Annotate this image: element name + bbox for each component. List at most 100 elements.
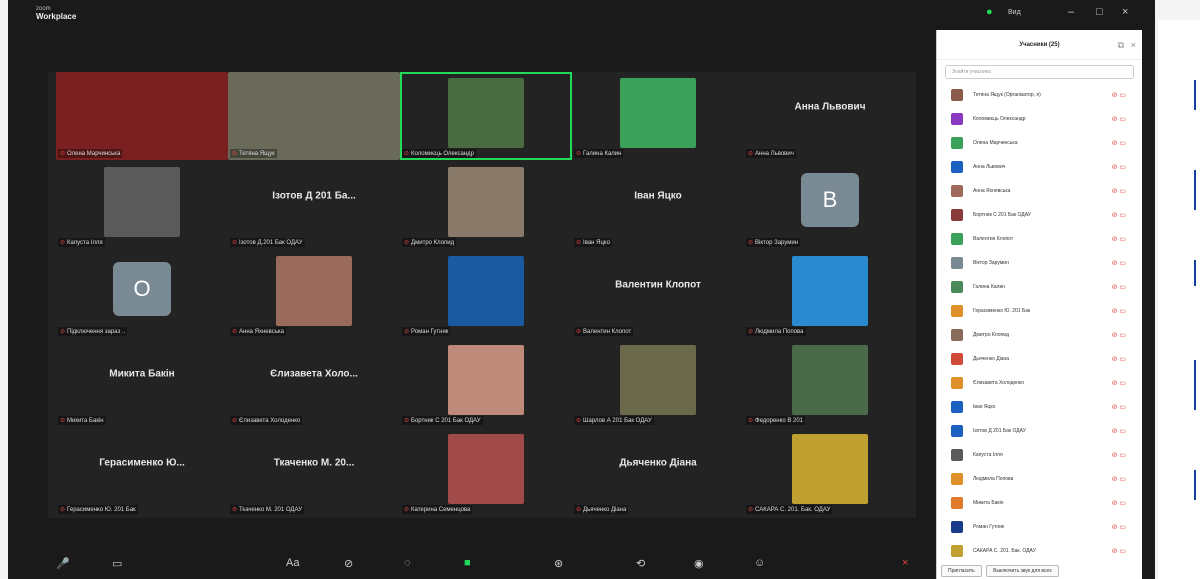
- avatar-letter: O: [113, 262, 171, 316]
- participant-tile[interactable]: Дьяченко Діана ⊘ Дьяченко Діана: [572, 428, 744, 516]
- tile-label-text: Валентин Клопот: [583, 329, 632, 335]
- participant-row[interactable]: Дмитро Клопид ⊘ ▭: [937, 324, 1142, 348]
- participant-tile[interactable]: ⊘ Федоренко В 201: [744, 339, 916, 427]
- avatar: [951, 545, 963, 557]
- participant-row[interactable]: Ізотов Д 201 Бак ОДАУ ⊘ ▭: [937, 420, 1142, 444]
- record-icon[interactable]: ⊛: [554, 557, 563, 570]
- participant-row[interactable]: Дьяченко Діана ⊘ ▭: [937, 348, 1142, 372]
- participant-tile[interactable]: Ізотов Д 201 Ба... ⊘ Ізотов Д.201 Бак ОДАУ: [228, 161, 400, 249]
- participant-tile[interactable]: Ткаченко М. 20... ⊘ Ткаченко М. 201 ОДАУ: [228, 428, 400, 516]
- muted-mic-icon: ⊘: [60, 507, 66, 513]
- participant-tile[interactable]: O ⊘ Підключення зараз ..: [56, 250, 228, 338]
- participant-name: Олена Марчинська: [973, 140, 1018, 146]
- participant-name: Дмитро Клопид: [973, 332, 1009, 338]
- tile-label: ⊘ Анна Яхневська: [230, 327, 286, 336]
- participant-tile[interactable]: ⊘ Тетяна Ящук: [228, 72, 400, 160]
- participant-tile[interactable]: ⊘ Дмитро Клопид: [400, 161, 572, 249]
- participant-row[interactable]: Тетяна Ящук (Організатор, я) ⊘ ▭: [937, 84, 1142, 108]
- participant-row[interactable]: Герасименко Ю. 201 Бак ⊘ ▭: [937, 300, 1142, 324]
- participant-tile[interactable]: Валентин Клопот ⊘ Валентин Клопот: [572, 250, 744, 338]
- participant-tile[interactable]: ⊘ Катерина Семенцова: [400, 428, 572, 516]
- reactions-icon[interactable]: ⟲: [636, 557, 645, 570]
- mic-camera-status-icon: ⊘ ▭: [1111, 404, 1126, 411]
- muted-mic-icon: ⊘: [232, 329, 238, 335]
- tile-label-text: Катерина Семенцова: [411, 507, 471, 513]
- participant-tile[interactable]: ⊘ Галина Калин: [572, 72, 744, 160]
- participant-row[interactable]: Коломиєць Олександр ⊘ ▭: [937, 108, 1142, 132]
- captions-icon[interactable]: Aa: [286, 557, 299, 569]
- share-screen-icon[interactable]: ■: [464, 557, 471, 569]
- smiley-icon[interactable]: ☺: [754, 557, 765, 569]
- leave-icon[interactable]: ×: [902, 557, 908, 569]
- participant-row[interactable]: Валентин Клопот ⊘ ▭: [937, 228, 1142, 252]
- participant-row[interactable]: Олена Марчинська ⊘ ▭: [937, 132, 1142, 156]
- participant-tile[interactable]: ⊘ Людмила Попова: [744, 250, 916, 338]
- chat-icon[interactable]: ◌: [404, 557, 411, 569]
- participant-tile[interactable]: B ⊘ Віктор Зарумин: [744, 161, 916, 249]
- participant-row[interactable]: САКАРА С. 201. Бак. ОДАУ ⊘ ▭: [937, 540, 1142, 564]
- participant-row[interactable]: Людмила Попова ⊘ ▭: [937, 468, 1142, 492]
- participant-row[interactable]: Бортник С 201 Бак ОДАУ ⊘ ▭: [937, 204, 1142, 228]
- tile-label-text: Анна Яхневська: [239, 329, 284, 335]
- tile-label-text: Підключення зараз ..: [67, 329, 126, 335]
- close-panel-icon[interactable]: ×: [1131, 30, 1136, 60]
- participant-tile[interactable]: ⊘ Роман Гутник: [400, 250, 572, 338]
- tile-display-name: Валентин Клопот: [615, 279, 701, 291]
- invite-button[interactable]: Пригласить: [941, 565, 982, 577]
- participant-row[interactable]: Роман Гутник ⊘ ▭: [937, 516, 1142, 540]
- tile-label: ⊘ Катерина Семенцова: [402, 505, 473, 514]
- participant-tile[interactable]: ⊘ Шарлов А 201 Бак ОДАУ: [572, 339, 744, 427]
- tile-label: ⊘ Єлизавета Холоденко: [230, 416, 303, 425]
- participant-name: Герасименко Ю. 201 Бак: [973, 308, 1031, 314]
- participant-row[interactable]: Галина Калин ⊘ ▭: [937, 276, 1142, 300]
- participant-name: Віктор Зарумин: [973, 260, 1009, 266]
- video-thumbnail: [792, 345, 868, 415]
- close-icon[interactable]: ×: [1122, 6, 1128, 18]
- tile-label-text: Ізотов Д.201 Бак ОДАУ: [239, 240, 303, 246]
- avatar: [951, 113, 963, 125]
- avatar: [951, 353, 963, 365]
- maximize-icon[interactable]: □: [1096, 6, 1103, 18]
- participant-row[interactable]: Анна Яхневська ⊘ ▭: [937, 180, 1142, 204]
- muted-mic-icon: ⊘: [748, 240, 754, 246]
- participant-row[interactable]: Микита Бакін ⊘ ▭: [937, 492, 1142, 516]
- participant-row[interactable]: Єлизавета Холоденко ⊘ ▭: [937, 372, 1142, 396]
- participant-tile[interactable]: Герасименко Ю... ⊘ Герасименко Ю. 201 Бак: [56, 428, 228, 516]
- tile-display-name: Єлизавета Холо...: [270, 368, 358, 380]
- minimize-icon[interactable]: –: [1068, 6, 1074, 18]
- participant-tile[interactable]: Єлизавета Холо... ⊘ Єлизавета Холоденко: [228, 339, 400, 427]
- participant-row[interactable]: Іван Яцко ⊘ ▭: [937, 396, 1142, 420]
- popout-icon[interactable]: ⧉: [1118, 30, 1124, 60]
- participant-tile[interactable]: ⊘ Коломиєць Олександр: [400, 72, 572, 160]
- video-icon[interactable]: ▭: [112, 557, 122, 570]
- mic-icon[interactable]: 🎤: [56, 557, 70, 570]
- avatar: [951, 281, 963, 293]
- participant-tile[interactable]: ⊘ Бортник С 201 Бак ОДАУ: [400, 339, 572, 427]
- apps-icon[interactable]: ⊘: [344, 557, 353, 570]
- participant-tile[interactable]: Анна Львович ⊘ Анна Львович: [744, 72, 916, 160]
- participant-row[interactable]: Анна Львович ⊘ ▭: [937, 156, 1142, 180]
- participant-name: Микита Бакін: [973, 500, 1004, 506]
- mute-all-button[interactable]: Выключить звук для всех: [986, 565, 1059, 577]
- participant-tile[interactable]: ⊘ Олена Марчинська: [56, 72, 228, 160]
- tile-label: ⊘ Федоренко В 201: [746, 416, 805, 425]
- participant-tile[interactable]: ⊘ Анна Яхневська: [228, 250, 400, 338]
- avatar: [951, 161, 963, 173]
- participant-tile[interactable]: Микита Бакін ⊘ Микита Бакін: [56, 339, 228, 427]
- mic-camera-status-icon: ⊘ ▭: [1111, 332, 1126, 339]
- view-button[interactable]: Вид: [1008, 9, 1021, 16]
- participant-tile[interactable]: Іван Яцко ⊘ Іван Яцко: [572, 161, 744, 249]
- participant-row[interactable]: Віктор Зарумин ⊘ ▭: [937, 252, 1142, 276]
- avatar-letter: B: [801, 173, 859, 227]
- tile-label: ⊘ Тетяна Ящук: [230, 149, 277, 158]
- participant-row[interactable]: Капуста Ілля ⊘ ▭: [937, 444, 1142, 468]
- tile-label-text: Коломиєць Олександр: [411, 151, 475, 157]
- search-input[interactable]: Знайти учасника: [945, 65, 1134, 79]
- muted-mic-icon: ⊘: [576, 240, 582, 246]
- tile-label-text: Капуста Ілля: [67, 240, 103, 246]
- target-icon[interactable]: ◉: [694, 557, 704, 570]
- participant-tile[interactable]: ⊘ САКАРА С. 201. Бак. ОДАУ: [744, 428, 916, 516]
- participant-tile[interactable]: ⊘ Капуста Ілля: [56, 161, 228, 249]
- shield-icon[interactable]: ●: [986, 6, 993, 18]
- tile-label: ⊘ Шарлов А 201 Бак ОДАУ: [574, 416, 654, 425]
